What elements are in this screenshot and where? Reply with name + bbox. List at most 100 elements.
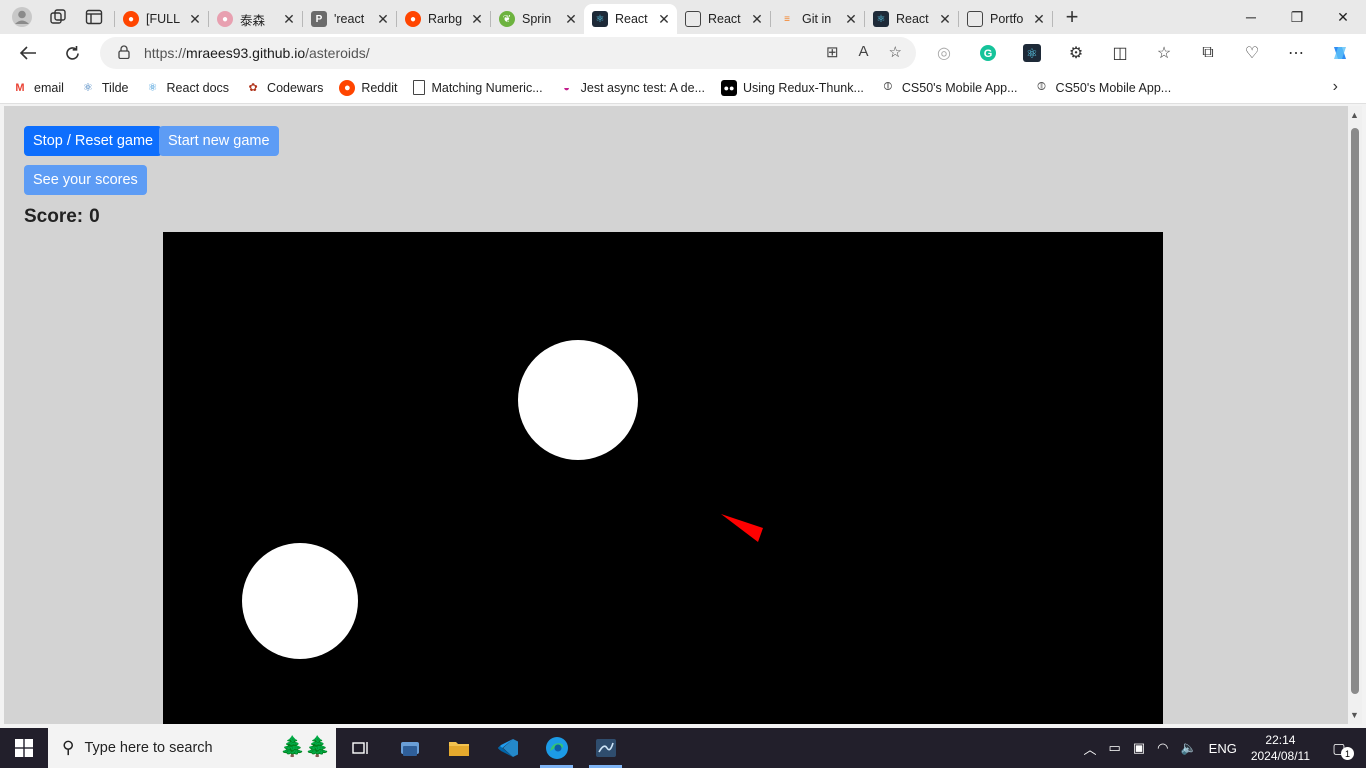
language-indicator[interactable]: ENG (1209, 741, 1237, 756)
taskbar-search[interactable]: ⚲ Type here to search 🌲🌲 (48, 728, 336, 768)
game-canvas[interactable] (163, 232, 1163, 724)
browser-tab-active[interactable]: ⚛ React ✕ (584, 4, 677, 34)
bookmark-item[interactable]: ●● Using Redux-Thunk... (721, 79, 864, 96)
lock-icon[interactable] (118, 44, 130, 62)
bookmark-item[interactable]: ⚛ Tilde (80, 80, 129, 96)
address-bar-actions: ⊞ A ☆ (826, 43, 902, 61)
player-ship (721, 514, 763, 542)
react-icon: ⚛ (82, 82, 93, 94)
browser-essentials-icon[interactable]: ♡ (1238, 39, 1266, 67)
collections-icon[interactable]: ⧉ (1194, 39, 1222, 67)
scroll-down-icon[interactable]: ▼ (1350, 710, 1359, 720)
profile-icon[interactable] (8, 3, 36, 31)
close-icon[interactable]: ✕ (188, 11, 202, 28)
app-available-icon[interactable]: ⊞ (826, 43, 839, 61)
browser-tab[interactable]: ⚛ React ✕ (865, 4, 958, 34)
copilot-icon[interactable] (1326, 39, 1354, 67)
react-devtools-icon[interactable]: ⚛ (1018, 39, 1046, 67)
notification-badge: 1 (1341, 747, 1354, 760)
bookmark-item[interactable]: ⦷ CS50's Mobile App... (880, 80, 1017, 96)
address-bar[interactable]: https://mraees93.github.io/asteroids/ ⊞ … (100, 37, 916, 69)
restore-button[interactable]: ❐ (1274, 0, 1320, 34)
close-icon[interactable]: ✕ (282, 11, 296, 28)
bookmark-item[interactable]: ● Reddit (339, 79, 397, 96)
page-viewport: Stop / Reset game Start new game See you… (4, 106, 1348, 724)
volume-icon[interactable]: 🔈 (1180, 740, 1196, 756)
navigation-bar: https://mraees93.github.io/asteroids/ ⊞ … (0, 34, 1366, 72)
vscode-icon[interactable] (483, 728, 532, 768)
see-scores-button[interactable]: See your scores (24, 165, 147, 195)
close-icon[interactable]: ✕ (750, 11, 764, 28)
spring-icon: ❦ (499, 11, 515, 27)
close-icon[interactable]: ✕ (844, 11, 858, 28)
browser-tab[interactable]: React ✕ (677, 4, 770, 34)
camera-icon[interactable]: ▣ (1133, 740, 1145, 756)
bookmark-item[interactable]: Matching Numeric... (413, 80, 543, 95)
workbench-icon[interactable] (581, 728, 630, 768)
close-icon[interactable]: ✕ (938, 11, 952, 28)
start-new-game-button[interactable]: Start new game (159, 126, 279, 156)
task-view-icon[interactable] (336, 728, 385, 768)
notifications-icon[interactable]: ▢ 1 (1324, 736, 1354, 760)
bookmark-item[interactable]: ✿ Codewars (245, 80, 323, 96)
new-tab-button[interactable]: + (1057, 2, 1087, 32)
search-icon: ⚲ (62, 738, 75, 757)
clock[interactable]: 22:14 2024/08/11 (1251, 732, 1310, 764)
more-menu-icon[interactable]: ⋯ (1282, 39, 1310, 67)
asteroid (242, 543, 358, 659)
svg-text:G: G (984, 48, 993, 60)
bookmark-item[interactable]: ⚛ React docs (145, 80, 229, 96)
browser-tab[interactable]: ❦ Sprin ✕ (491, 4, 584, 34)
score-label: Score: (24, 206, 84, 227)
grammarly-icon[interactable]: G (974, 39, 1002, 67)
stop-reset-game-button[interactable]: Stop / Reset game (24, 126, 163, 156)
start-button[interactable] (0, 728, 48, 768)
bookmark-item[interactable]: Memail (12, 80, 63, 96)
score-display: Score: 0 (24, 206, 100, 228)
score-value: 0 (89, 206, 100, 227)
close-icon[interactable]: ✕ (564, 11, 578, 28)
tab-actions-icon[interactable] (80, 3, 108, 31)
close-icon[interactable]: ✕ (1032, 11, 1046, 28)
bookmark-item[interactable]: ◒ Jest async test: A de... (559, 80, 705, 96)
browser-tab[interactable]: ● 泰森 ✕ (209, 4, 302, 34)
chevron-up-icon[interactable]: ︿ (1084, 739, 1097, 758)
chevron-right-icon[interactable]: › (1333, 78, 1338, 96)
extensions-puzzle-icon[interactable]: ⚙ (1062, 39, 1090, 67)
split-screen-icon[interactable]: ◫ (1106, 39, 1134, 67)
url-text[interactable]: https://mraees93.github.io/asteroids/ (144, 45, 370, 61)
wifi-icon[interactable]: ◠ (1157, 740, 1168, 756)
ship-triangle (721, 514, 763, 542)
browser-tab[interactable]: ● Rarbg ✕ (397, 4, 490, 34)
close-icon[interactable]: ✕ (470, 11, 484, 28)
browser-tab[interactable]: P 'react ✕ (303, 4, 396, 34)
favorite-star-icon[interactable]: ☆ (889, 43, 902, 61)
close-icon[interactable]: ✕ (657, 11, 671, 28)
scroll-up-icon[interactable]: ▲ (1350, 110, 1359, 120)
bookmark-label: Codewars (267, 80, 324, 95)
vertical-scrollbar[interactable]: ▲ ▼ (1348, 106, 1362, 724)
minimize-button[interactable]: ─ (1228, 0, 1274, 34)
file-manager-icon[interactable] (385, 728, 434, 768)
refresh-button[interactable] (52, 37, 92, 69)
battery-icon[interactable]: ▭ (1109, 740, 1121, 756)
folder-icon[interactable] (434, 728, 483, 768)
harvard-icon: ⦷ (1037, 81, 1046, 93)
workspaces-icon[interactable] (44, 3, 72, 31)
read-aloud-icon[interactable]: A (859, 43, 869, 61)
browser-tab[interactable]: ≡ Git in ✕ (771, 4, 864, 34)
tab-title: 泰森 (240, 13, 266, 28)
bookmark-label: Tilde (101, 80, 129, 95)
extension-icon[interactable]: ◎ (930, 39, 958, 67)
back-button[interactable] (8, 37, 48, 69)
scrollbar-thumb[interactable] (1351, 128, 1359, 694)
browser-tab[interactable]: Portfo ✕ (959, 4, 1052, 34)
favorites-icon[interactable]: ☆ (1150, 39, 1178, 67)
url-path: /asteroids/ (305, 45, 370, 61)
edge-icon[interactable] (532, 728, 581, 768)
browser-tab[interactable]: ● [FULL ✕ (115, 4, 208, 34)
bookmark-item[interactable]: ⦷ CS50's Mobile App... (1034, 80, 1171, 96)
close-icon[interactable]: ✕ (376, 11, 390, 28)
close-window-button[interactable]: ✕ (1320, 0, 1366, 34)
tab-title: Portfo (990, 12, 1024, 26)
